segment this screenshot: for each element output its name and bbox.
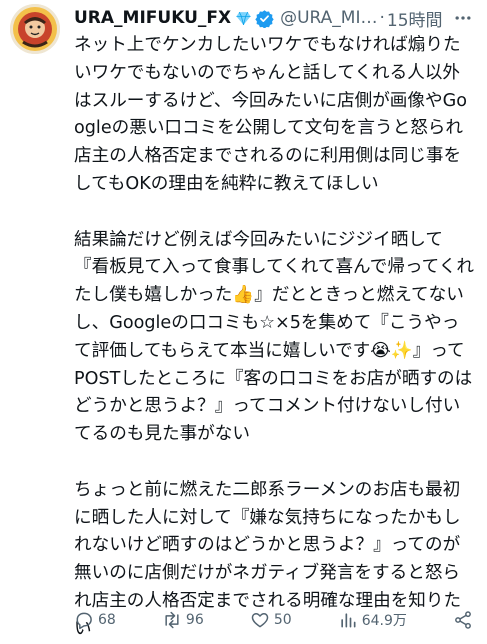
tweet-paragraph: ネット上でケンカしたいワケでもなければ煽りたいワケでもないのでちゃんと話してくれ… (74, 35, 467, 194)
repost-icon (165, 611, 179, 629)
repost-button[interactable]: 96 (162, 610, 204, 630)
user-handle[interactable]: @URA_MI… (280, 8, 377, 28)
like-count: 50 (273, 612, 292, 628)
timestamp[interactable]: 15時間 (387, 6, 443, 31)
views-button[interactable]: 64.9万 (338, 610, 407, 630)
tweet: URA_MIFUKU_FX @URA_MI… · 15時間 ネット上でケンカした… (0, 0, 487, 640)
reply-button[interactable]: 68 (74, 610, 116, 630)
avatar[interactable] (10, 4, 60, 54)
action-bar: 68 96 50 64.9万 (74, 606, 473, 634)
heart-icon (251, 613, 269, 628)
views-count: 64.9万 (361, 613, 407, 629)
share-button[interactable] (453, 610, 473, 630)
more-dots-icon[interactable] (445, 4, 473, 32)
tweet-text: ネット上でケンカしたいワケでもなければ煽りたいワケでもないのでちゃんと話してくれ… (74, 32, 474, 644)
reply-icon (76, 612, 92, 630)
reply-count: 68 (98, 612, 116, 628)
repost-count: 96 (185, 612, 204, 628)
like-button[interactable]: 50 (250, 610, 292, 630)
views-chart-icon (341, 613, 356, 628)
diamond-icon (236, 11, 251, 25)
tweet-paragraph: 結果論だけど例えば今回みたいにジジイ晒して『看板見て入って食事してくれて喜んで帰… (74, 229, 474, 445)
verified-badge-icon (255, 9, 274, 28)
tweet-header: URA_MIFUKU_FX @URA_MI… · 15時間 (74, 4, 473, 32)
display-name[interactable]: URA_MIFUKU_FX (74, 8, 231, 28)
separator-dot: · (379, 8, 385, 28)
share-icon (455, 611, 471, 629)
